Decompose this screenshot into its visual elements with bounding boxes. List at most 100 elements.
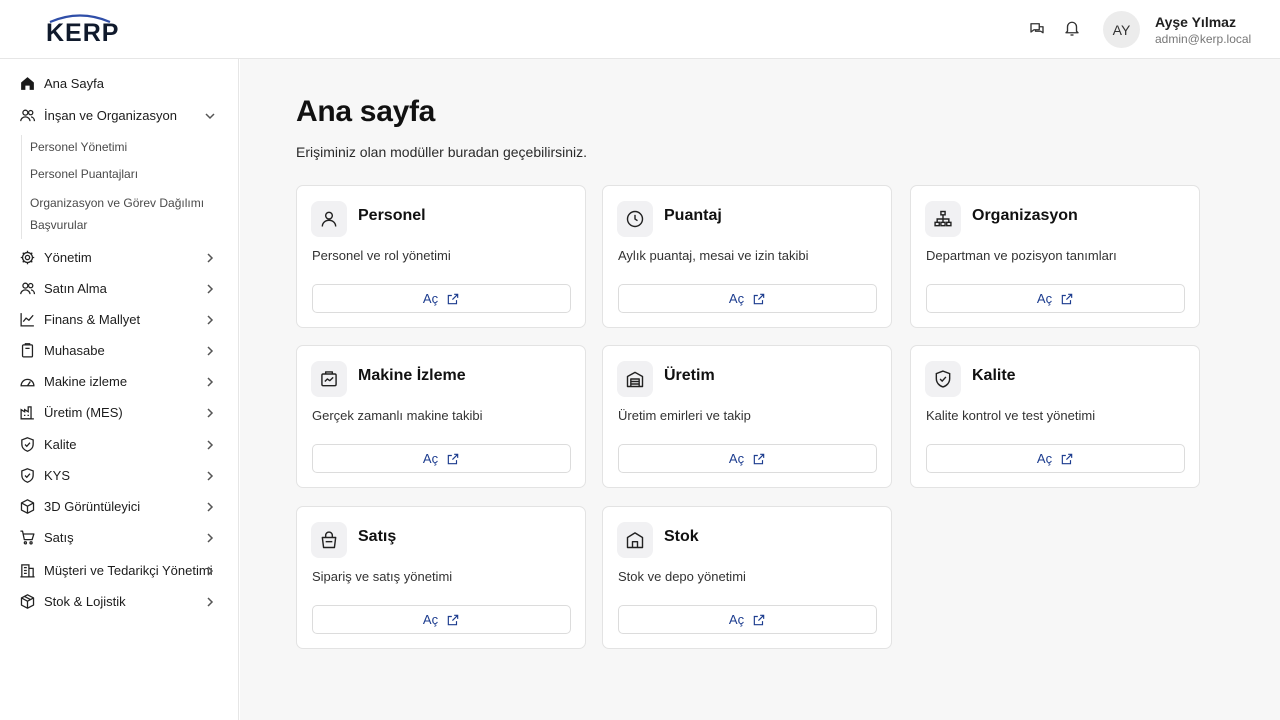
open-button[interactable]: Aç <box>312 284 571 313</box>
sidebar-item-label: Kalite <box>44 436 77 452</box>
card-description: Personel ve rol yönetimi <box>312 248 451 263</box>
sidebar-item-insan-organizasyon[interactable]: İnşan ve Organizasyon <box>0 102 238 128</box>
chevron-right-icon <box>204 531 216 543</box>
users-icon <box>19 280 36 297</box>
sidebar-item-label: İnşan ve Organizasyon <box>44 107 177 123</box>
card-description: Kalite kontrol ve test yönetimi <box>926 408 1096 423</box>
sidebar-item-musteri-tedarikci[interactable]: Müşteri ve Tedarikçi Yönetimi <box>0 557 238 583</box>
card-title: Organizasyon <box>972 207 1078 224</box>
chevron-right-icon <box>204 313 216 325</box>
cube-icon <box>19 498 36 515</box>
chevron-right-icon <box>204 251 216 263</box>
card-title: Kalite <box>972 367 1016 384</box>
sidebar-item-label: Satış <box>44 529 74 545</box>
storehouse-icon <box>617 522 653 558</box>
chevron-right-icon <box>204 406 216 418</box>
open-button-label: Aç <box>422 612 439 627</box>
open-button-label: Aç <box>1036 451 1053 466</box>
user-icon <box>311 201 347 237</box>
card-title: Personel <box>358 207 426 224</box>
external-link-icon <box>1060 292 1074 306</box>
chat-icon[interactable] <box>1028 20 1046 38</box>
sidebar-item-label: Üretim (MES) <box>44 404 123 420</box>
sidebar-subitem-basvurular[interactable]: Başvurular <box>30 218 87 232</box>
shield-check-icon <box>19 436 36 453</box>
sidebar-item-satin-alma[interactable]: Satın Alma <box>0 275 238 301</box>
sidebar-item-label: Ana Sayfa <box>44 75 104 91</box>
chevron-right-icon <box>204 595 216 607</box>
open-button[interactable]: Aç <box>618 444 877 473</box>
chevron-right-icon <box>204 375 216 387</box>
module-card-puantaj: Puantaj Aylık puantaj, mesai ve izin tak… <box>602 185 892 328</box>
sidebar-item-finans-mallyet[interactable]: Finans & Mallyet <box>0 306 238 332</box>
card-title: Satış <box>358 528 397 545</box>
open-button[interactable]: Aç <box>618 284 877 313</box>
sidebar-item-makine-izleme[interactable]: Makine izleme <box>0 368 238 394</box>
building-icon <box>19 562 36 579</box>
external-link-icon <box>446 613 460 627</box>
open-button[interactable]: Aç <box>926 284 1185 313</box>
sidebar-item-label: 3D Görüntüleyici <box>44 498 141 514</box>
cart-icon <box>19 529 36 546</box>
card-title: Stok <box>664 528 699 545</box>
module-card-uretim: Üretim Üretim emirleri ve takip Aç <box>602 345 892 488</box>
avatar[interactable]: AY <box>1103 11 1140 48</box>
sidebar-item-yonetim[interactable]: Yönetim <box>0 244 238 270</box>
open-button[interactable]: Aç <box>926 444 1185 473</box>
org-chart-icon <box>925 201 961 237</box>
chevron-right-icon <box>204 344 216 356</box>
clipboard-icon <box>19 342 36 359</box>
sidebar-item-3d-goruntuleyici[interactable]: 3D Görüntüleyici <box>0 493 238 519</box>
sidebar-item-kys[interactable]: KYS <box>0 462 238 488</box>
card-title: Makine İzleme <box>358 367 466 384</box>
gauge-icon <box>19 373 36 390</box>
monitor-icon <box>311 361 347 397</box>
chevron-right-icon <box>204 500 216 512</box>
submenu-rail <box>21 135 22 239</box>
page-title: Ana sayfa <box>296 95 436 128</box>
chevron-down-icon[interactable] <box>204 109 216 121</box>
external-link-icon <box>752 613 766 627</box>
users-icon <box>19 107 36 124</box>
open-button[interactable]: Aç <box>312 605 571 634</box>
sidebar-item-label: Yönetim <box>44 249 92 265</box>
sidebar-item-label: KYS <box>44 467 71 483</box>
chevron-right-icon <box>204 564 216 576</box>
external-link-icon <box>752 452 766 466</box>
sidebar-subitem-personel-yonetimi[interactable]: Personel Yönetimi <box>30 140 127 154</box>
sidebar-item-satis[interactable]: Satış <box>0 524 238 550</box>
brand-name: KERP <box>46 19 120 47</box>
factory-icon <box>19 404 36 421</box>
user-email: admin@kerp.local <box>1155 32 1252 46</box>
card-description: Stok ve depo yönetimi <box>618 569 746 584</box>
notifications-icon[interactable] <box>1063 20 1081 38</box>
open-button[interactable]: Aç <box>312 444 571 473</box>
sidebar-item-uretim-mes[interactable]: Üretim (MES) <box>0 399 238 425</box>
line-chart-icon <box>19 311 36 328</box>
sidebar-subitem-organizasyon-gorev[interactable]: Organizasyon ve Görev Dağılımı <box>30 196 204 210</box>
clock-icon <box>617 201 653 237</box>
top-bar: KERP AY Ayşe Yılmaz admin@kerp.local <box>0 0 1280 59</box>
shield-check-icon <box>925 361 961 397</box>
brand-logo[interactable]: KERP <box>44 13 120 47</box>
sidebar-item-label: Satın Alma <box>44 280 107 296</box>
external-link-icon <box>446 292 460 306</box>
external-link-icon <box>446 452 460 466</box>
card-description: Aylık puantaj, mesai ve izin takibi <box>618 248 809 263</box>
open-button-label: Aç <box>1036 291 1053 306</box>
sidebar-subitem-personel-puantajlari[interactable]: Personel Puantajları <box>30 167 138 181</box>
module-card-stok: Stok Stok ve depo yönetimi Aç <box>602 506 892 649</box>
open-button-label: Aç <box>422 291 439 306</box>
card-description: Üretim emirleri ve takip <box>618 408 751 423</box>
sidebar-item-ana-sayfa[interactable]: Ana Sayfa <box>0 70 238 96</box>
module-card-personel: Personel Personel ve rol yönetimi Aç <box>296 185 586 328</box>
sidebar-item-label: Muhasabe <box>44 342 105 358</box>
sidebar-item-muhasabe[interactable]: Muhasabe <box>0 337 238 363</box>
open-button-label: Aç <box>422 451 439 466</box>
open-button[interactable]: Aç <box>618 605 877 634</box>
sidebar-item-stok-lojistik[interactable]: Stok & Lojistik <box>0 588 238 614</box>
external-link-icon <box>1060 452 1074 466</box>
sidebar-item-kalite[interactable]: Kalite <box>0 431 238 457</box>
sidebar-item-label: Finans & Mallyet <box>44 311 141 327</box>
module-card-kalite: Kalite Kalite kontrol ve test yönetimi A… <box>910 345 1200 488</box>
